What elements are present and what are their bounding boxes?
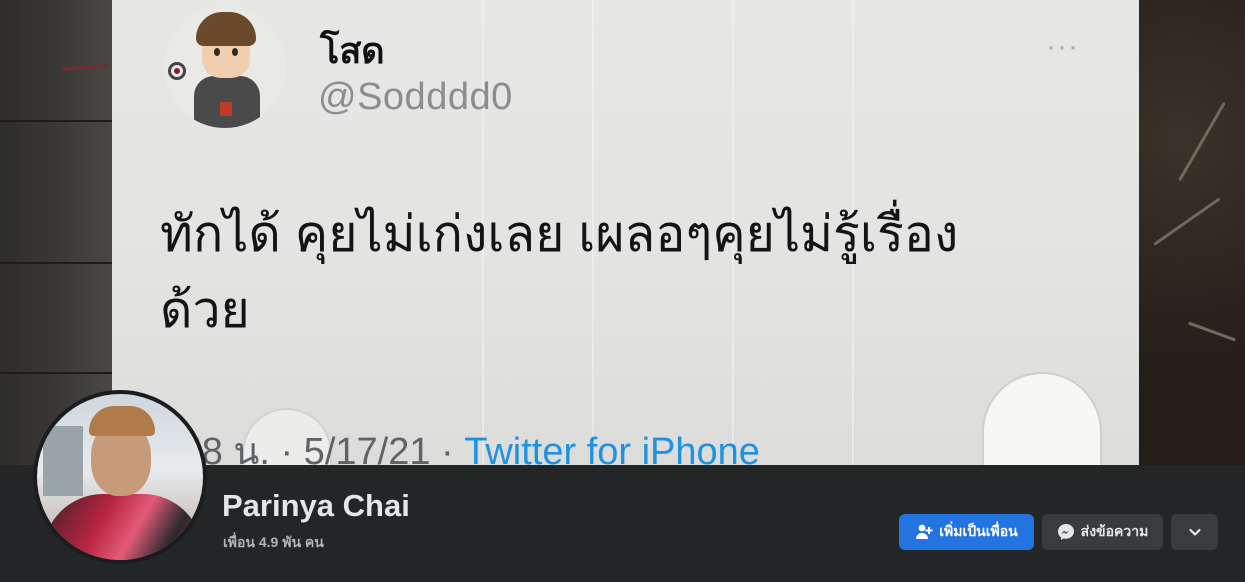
messenger-icon xyxy=(1057,523,1075,541)
person-plus-icon xyxy=(915,523,933,541)
add-friend-button[interactable]: เพิ่มเป็นเพื่อน xyxy=(899,514,1034,550)
friends-count[interactable]: เพื่อน 4.9 พัน คน xyxy=(223,532,324,554)
ellipsis-icon: ··· xyxy=(1046,30,1079,63)
message-label: ส่งข้อความ xyxy=(1080,523,1149,539)
tweet-text-line: ด้วย xyxy=(160,282,250,338)
profile-page: โสด @Sodddd0 ··· ทักได้ คุยไม่เก่งเลย เผ… xyxy=(0,0,1245,582)
message-button[interactable]: ส่งข้อความ xyxy=(1042,514,1163,550)
tweet-ring-mark xyxy=(168,62,186,80)
tweet-meta: :58 น. · 5/17/21 · Twitter for iPhone xyxy=(170,420,760,465)
profile-name[interactable]: Parinya Chai xyxy=(222,488,410,524)
tweet-text-line: ทักได้ คุยไม่เก่งเลย เผลอๆคุยไม่รู้เรื่อ… xyxy=(160,206,959,262)
cover-ground-right xyxy=(1137,0,1245,465)
tweet-screenshot: โสด @Sodddd0 ··· ทักได้ คุยไม่เก่งเลย เผ… xyxy=(112,0,1139,465)
tweet-text: ทักได้ คุยไม่เก่งเลย เผลอๆคุยไม่รู้เรื่อ… xyxy=(160,196,1080,348)
sneaker-right xyxy=(982,372,1102,465)
avatar xyxy=(37,394,203,560)
cover-photo[interactable]: โสด @Sodddd0 ··· ทักได้ คุยไม่เก่งเลย เผ… xyxy=(0,0,1245,465)
tweet-source: Twitter for iPhone xyxy=(464,431,760,465)
more-options-button[interactable] xyxy=(1171,514,1218,550)
tweet-author-handle: @Sodddd0 xyxy=(318,76,513,118)
chevron-down-icon xyxy=(1186,523,1204,541)
tweet-time-date: :58 น. · 5/17/21 · xyxy=(170,431,465,465)
profile-picture[interactable] xyxy=(33,390,207,564)
tweet-author-name: โสด xyxy=(320,30,385,71)
add-friend-label: เพิ่มเป็นเพื่อน xyxy=(939,523,1018,539)
